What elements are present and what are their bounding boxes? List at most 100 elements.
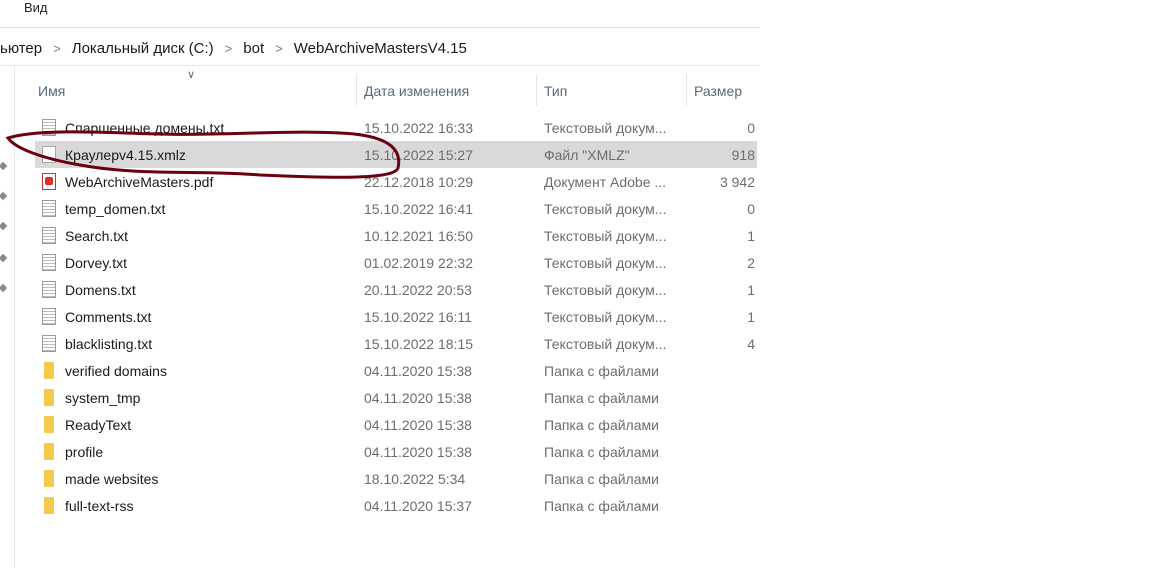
pin-icon [0,253,8,263]
folder-row[interactable]: ReadyText 04.11.2020 15:38 Папка с файла… [35,411,757,438]
chevron-right-icon: > [53,40,61,56]
file-name: blacklisting.txt [65,335,153,352]
file-size: 4 [747,335,755,352]
file-date: 18.10.2022 5:34 [364,470,466,487]
folder-row[interactable]: full-text-rss 04.11.2020 15:37 Папка с ф… [35,492,757,519]
folder-icon [44,443,54,460]
folder-icon [44,362,54,379]
breadcrumb-bot[interactable]: bot [243,40,264,57]
folder-row[interactable]: profile 04.11.2020 15:38 Папка с файлами [35,438,757,465]
file-name: Domens.txt [65,281,136,298]
file-name: Search.txt [65,227,129,244]
file-row[interactable]: Краулерv4.15.xmlz 15.10.2022 15:27 Файл … [35,141,757,168]
file-type: Текстовый докум... [544,119,667,136]
file-type: Папка с файлами [544,362,659,379]
file-name: profile [65,443,104,460]
file-date: 15.10.2022 16:41 [364,200,473,217]
file-type: Папка с файлами [544,389,659,406]
column-separator[interactable] [356,74,357,106]
file-row[interactable]: blacklisting.txt 15.10.2022 18:15 Тексто… [35,330,757,357]
column-separator[interactable] [686,74,687,106]
file-name: Краулерv4.15.xmlz [65,146,186,163]
divider [0,27,760,28]
file-row[interactable]: Domens.txt 20.11.2022 20:53 Текстовый до… [35,276,757,303]
file-type: Текстовый докум... [544,227,667,244]
folder-icon [44,497,54,514]
file-date: 04.11.2020 15:38 [364,443,472,460]
pin-icon [0,191,8,201]
file-type: Текстовый докум... [544,308,667,325]
divider [0,65,760,66]
file-row[interactable]: temp_domen.txt 15.10.2022 16:41 Текстовы… [35,195,757,222]
file-name: Спаршенные домены.txt [65,119,225,136]
text-file-icon [42,254,56,271]
nav-pane-border [14,66,15,568]
file-size: 1 [747,308,755,325]
file-name: temp_domen.txt [65,200,166,217]
menu-view[interactable]: Вид [24,0,48,15]
file-type: Текстовый докум... [544,335,667,352]
folder-row[interactable]: system_tmp 04.11.2020 15:38 Папка с файл… [35,384,757,411]
file-date: 01.02.2019 22:32 [364,254,473,271]
file-row[interactable]: Спаршенные домены.txt 15.10.2022 16:33 Т… [35,114,757,141]
breadcrumb[interactable]: ьютер > Локальный диск (C:) > bot > WebArch… [0,37,467,59]
text-file-icon [42,227,56,244]
breadcrumb-folder[interactable]: WebArchiveMastersV4.15 [294,40,467,57]
file-type: Папка с файлами [544,416,659,433]
file-date: 04.11.2020 15:38 [364,389,472,406]
file-date: 22.12.2018 10:29 [364,173,473,190]
file-name: system_tmp [65,389,141,406]
pin-icon [0,221,8,231]
file-size: 0 [747,119,755,136]
column-header-type[interactable]: Тип [544,78,567,104]
file-name: Dorvey.txt [65,254,127,271]
file-name: Comments.txt [65,308,152,325]
column-separator[interactable] [536,74,537,106]
folder-icon [44,470,54,487]
text-file-icon [42,281,56,298]
text-file-icon [42,308,56,325]
file-type: Текстовый докум... [544,254,667,271]
file-name: ReadyText [65,416,132,433]
file-row[interactable]: Search.txt 10.12.2021 16:50 Текстовый до… [35,222,757,249]
chevron-right-icon: > [224,40,233,56]
file-size: 1 [747,281,755,298]
folder-row[interactable]: verified domains 04.11.2020 15:38 Папка … [35,357,757,384]
file-name: WebArchiveMasters.pdf [65,173,214,190]
pin-icon [0,161,8,171]
folder-icon [44,389,54,406]
file-size: 918 [731,146,755,163]
breadcrumb-disk-c[interactable]: Локальный диск (C:) [72,40,214,57]
file-type: Папка с файлами [544,470,659,487]
text-file-icon [42,200,56,217]
file-name: verified domains [65,362,167,379]
file-date: 04.11.2020 15:38 [364,416,472,433]
file-row[interactable]: WebArchiveMasters.pdf 22.12.2018 10:29 Д… [35,168,757,195]
file-date: 15.10.2022 16:33 [364,119,473,136]
pin-icon [0,283,8,293]
breadcrumb-computer[interactable]: ьютер [0,40,42,57]
file-size: 0 [747,200,755,217]
file-type: Папка с файлами [544,497,659,514]
file-row[interactable]: Dorvey.txt 01.02.2019 22:32 Текстовый до… [35,249,757,276]
file-type: Текстовый докум... [544,281,667,298]
file-date: 15.10.2022 18:15 [364,335,473,352]
file-date: 20.11.2022 20:53 [364,281,472,298]
blank-file-icon [42,146,56,163]
file-size: 1 [747,227,755,244]
column-header-date[interactable]: Дата изменения [364,78,469,104]
file-type: Документ Adobe ... [544,173,667,190]
column-header-size[interactable]: Размер [694,78,742,104]
sort-chevron-down-icon: ∨ [187,69,196,81]
text-file-icon [42,119,56,136]
file-name: made websites [65,470,159,487]
folder-row[interactable]: made websites 18.10.2022 5:34 Папка с фа… [35,465,757,492]
file-date: 10.12.2021 16:50 [364,227,473,244]
file-row[interactable]: Comments.txt 15.10.2022 16:11 Текстовый … [35,303,757,330]
file-date: 04.11.2020 15:37 [364,497,472,514]
file-type: Папка с файлами [544,443,659,460]
pdf-file-icon [42,173,56,190]
column-header-name[interactable]: Имя [38,78,65,104]
file-size: 2 [747,254,755,271]
file-date: 04.11.2020 15:38 [364,362,472,379]
